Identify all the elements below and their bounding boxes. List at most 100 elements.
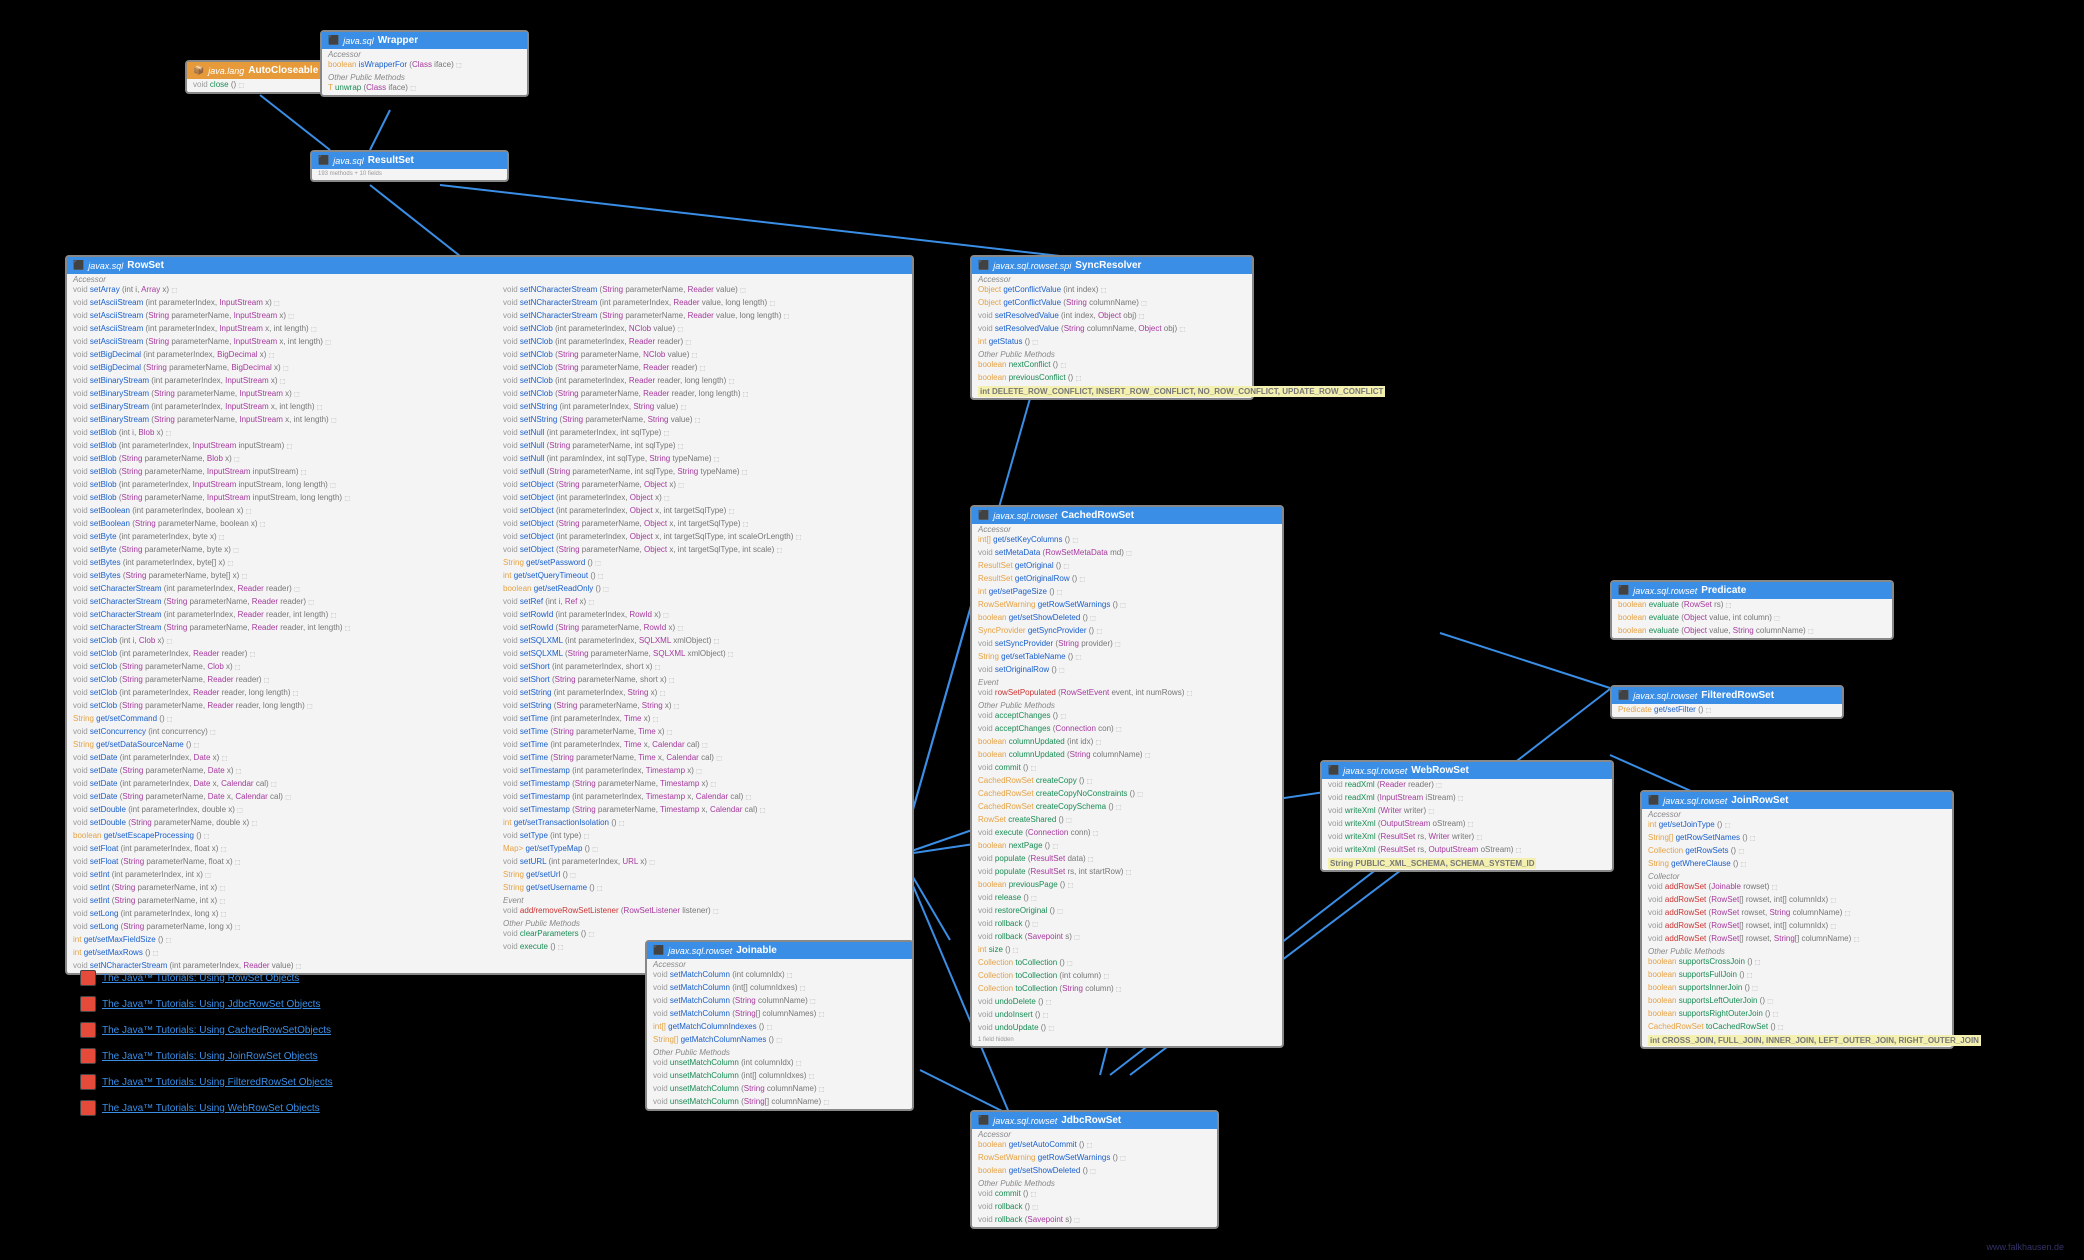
method-row[interactable]: void setNClob (String parameterName, Rea… (497, 362, 912, 375)
method-row[interactable]: void setDate (String parameterName, Date… (67, 791, 497, 804)
method-row[interactable]: String getWhereClause () ⬚ (1642, 858, 1952, 871)
method-row[interactable]: void setConcurrency (int concurrency) ⬚ (67, 726, 497, 739)
tutorial-link[interactable]: The Java™ Tutorials: Using JdbcRowSet Ob… (102, 999, 320, 1010)
method-row[interactable]: void setSyncProvider (String provider) ⬚ (972, 638, 1282, 651)
method-row[interactable]: void populate (ResultSet data) ⬚ (972, 853, 1282, 866)
method-row[interactable]: Map> get/setTypeMap () ⬚ (497, 843, 912, 856)
method-row[interactable]: boolean supportsLeftOuterJoin () ⬚ (1642, 995, 1952, 1008)
method-row[interactable]: CachedRowSet createCopyNoConstraints () … (972, 788, 1282, 801)
method-row[interactable]: void setNClob (String parameterName, Rea… (497, 388, 912, 401)
method-row[interactable]: boolean get/setAutoCommit () ⬚ (972, 1139, 1217, 1152)
method-row[interactable]: void undoUpdate () ⬚ (972, 1022, 1282, 1035)
method-row[interactable]: void setBytes (String parameterName, byt… (67, 570, 497, 583)
method-row[interactable]: void setObject (String parameterName, Ob… (497, 544, 912, 557)
method-row[interactable]: void setCharacterStream (String paramete… (67, 622, 497, 635)
method-row[interactable]: void addRowSet (RowSet rowset, String co… (1642, 907, 1952, 920)
method-row[interactable]: void setNClob (String parameterName, NCl… (497, 349, 912, 362)
method-row[interactable]: void setAsciiStream (int parameterIndex,… (67, 323, 497, 336)
method-row[interactable]: void setTimestamp (String parameterName,… (497, 804, 912, 817)
method-row[interactable]: void setShort (int parameterIndex, short… (497, 661, 912, 674)
method-row[interactable]: void unsetMatchColumn (int columnIdx) ⬚ (647, 1057, 912, 1070)
method-row[interactable]: void setNull (String parameterName, int … (497, 440, 912, 453)
method-row[interactable]: void setNCharacterStream (int parameterI… (497, 297, 912, 310)
method-row[interactable]: boolean get/setReadOnly () ⬚ (497, 583, 912, 596)
method-row[interactable]: void setByte (String parameterName, byte… (67, 544, 497, 557)
method-row[interactable]: RowSetWarning getRowSetWarnings () ⬚ (972, 599, 1282, 612)
method-row[interactable]: void setDouble (String parameterName, do… (67, 817, 497, 830)
method-row[interactable]: void setTimestamp (int parameterIndex, T… (497, 765, 912, 778)
class-syncresolver[interactable]: ⬛javax.sql.rowset.spi SyncResolver Acces… (970, 255, 1254, 400)
method-row[interactable]: ResultSet getOriginal () ⬚ (972, 560, 1282, 573)
method-row[interactable]: Collection getRowSets () ⬚ (1642, 845, 1952, 858)
method-row[interactable]: void setArray (int i, Array x) ⬚ (67, 284, 497, 297)
method-row[interactable]: boolean isWrapperFor (Class iface) ⬚ (322, 59, 527, 72)
method-row[interactable]: int[] getMatchColumnIndexes () ⬚ (647, 1021, 912, 1034)
method-row[interactable]: void setSQLXML (int parameterIndex, SQLX… (497, 635, 912, 648)
method-row[interactable]: boolean previousPage () ⬚ (972, 879, 1282, 892)
method-row[interactable]: void setNCharacterStream (String paramet… (497, 310, 912, 323)
method-row[interactable]: void rollback (Savepoint s) ⬚ (972, 931, 1282, 944)
method-row[interactable]: String get/setUrl () ⬚ (497, 869, 912, 882)
method-row[interactable]: void setObject (int parameterIndex, Obje… (497, 492, 912, 505)
method-row[interactable]: void setType (int type) ⬚ (497, 830, 912, 843)
method-row[interactable]: RowSetWarning getRowSetWarnings () ⬚ (972, 1152, 1217, 1165)
method-row[interactable]: void setBoolean (String parameterName, b… (67, 518, 497, 531)
method-row[interactable]: String get/setPassword () ⬚ (497, 557, 912, 570)
class-joinable[interactable]: ⬛javax.sql.rowset Joinable Accessorvoid … (645, 940, 914, 1111)
tutorial-row[interactable]: The Java™ Tutorials: Using WebRowSet Obj… (80, 1100, 333, 1116)
method-row[interactable]: SyncProvider getSyncProvider () ⬚ (972, 625, 1282, 638)
class-resultset[interactable]: ⬛java.sql ResultSet 193 methods + 10 fie… (310, 150, 509, 182)
method-row[interactable]: boolean previousConflict () ⬚ (972, 372, 1252, 385)
method-row[interactable]: void writeXml (ResultSet rs, OutputStrea… (1322, 844, 1612, 857)
method-row[interactable]: void setBlob (String parameterName, Inpu… (67, 466, 497, 479)
method-row[interactable]: void setInt (String parameterName, int x… (67, 882, 497, 895)
method-row[interactable]: ResultSet getOriginalRow () ⬚ (972, 573, 1282, 586)
method-row[interactable]: void setMetaData (RowSetMetaData md) ⬚ (972, 547, 1282, 560)
method-row[interactable]: boolean supportsInnerJoin () ⬚ (1642, 982, 1952, 995)
method-row[interactable]: String get/setUsername () ⬚ (497, 882, 912, 895)
class-cachedrowset[interactable]: ⬛javax.sql.rowset CachedRowSet Accessori… (970, 505, 1284, 1048)
method-row[interactable]: void execute (Connection conn) ⬚ (972, 827, 1282, 840)
tutorial-row[interactable]: The Java™ Tutorials: Using JdbcRowSet Ob… (80, 996, 333, 1012)
method-row[interactable]: void setSQLXML (String parameterName, SQ… (497, 648, 912, 661)
method-row[interactable]: void setTime (String parameterName, Time… (497, 726, 912, 739)
method-row[interactable]: void setAsciiStream (String parameterNam… (67, 336, 497, 349)
method-row[interactable]: String[] getRowSetNames () ⬚ (1642, 832, 1952, 845)
method-row[interactable]: void setBytes (int parameterIndex, byte[… (67, 557, 497, 570)
method-row[interactable]: void setClob (String parameterName, Clob… (67, 661, 497, 674)
method-row[interactable]: boolean evaluate (Object value, String c… (1612, 625, 1892, 638)
method-row[interactable]: void setTime (String parameterName, Time… (497, 752, 912, 765)
method-row[interactable]: void setClob (int parameterIndex, Reader… (67, 648, 497, 661)
method-row[interactable]: void setTimestamp (int parameterIndex, T… (497, 791, 912, 804)
method-row[interactable]: void setBlob (String parameterName, Inpu… (67, 492, 497, 505)
method-row[interactable]: boolean evaluate (Object value, int colu… (1612, 612, 1892, 625)
method-row[interactable]: void writeXml (ResultSet rs, Writer writ… (1322, 831, 1612, 844)
method-row[interactable]: void setResolvedValue (String columnName… (972, 323, 1252, 336)
method-row[interactable]: void setRowId (int parameterIndex, RowId… (497, 609, 912, 622)
method-row[interactable]: void setNull (String parameterName, int … (497, 466, 912, 479)
method-row[interactable]: void add/removeRowSetListener (RowSetLis… (497, 905, 912, 918)
method-row[interactable]: void setRowId (String parameterName, Row… (497, 622, 912, 635)
method-row[interactable]: void setClob (String parameterName, Read… (67, 674, 497, 687)
method-row[interactable]: void setCharacterStream (String paramete… (67, 596, 497, 609)
method-row[interactable]: void setClob (int parameterIndex, Reader… (67, 687, 497, 700)
method-row[interactable]: void setClob (String parameterName, Read… (67, 700, 497, 713)
method-row[interactable]: void rollback () ⬚ (972, 1201, 1217, 1214)
method-row[interactable]: boolean columnUpdated (int idx) ⬚ (972, 736, 1282, 749)
method-row[interactable]: void setBlob (String parameterName, Blob… (67, 453, 497, 466)
method-row[interactable]: CachedRowSet createCopySchema () ⬚ (972, 801, 1282, 814)
method-row[interactable]: void setCharacterStream (int parameterIn… (67, 609, 497, 622)
method-row[interactable]: void writeXml (Writer writer) ⬚ (1322, 805, 1612, 818)
class-webrowset[interactable]: ⬛javax.sql.rowset WebRowSet void readXml… (1320, 760, 1614, 872)
method-row[interactable]: void setString (int parameterIndex, Stri… (497, 687, 912, 700)
method-row[interactable]: void setClob (int i, Clob x) ⬚ (67, 635, 497, 648)
method-row[interactable]: boolean nextPage () ⬚ (972, 840, 1282, 853)
method-row[interactable]: T unwrap (Class iface) ⬚ (322, 82, 527, 95)
method-row[interactable]: void setByte (int parameterIndex, byte x… (67, 531, 497, 544)
method-row[interactable]: void setInt (String parameterName, int x… (67, 895, 497, 908)
method-row[interactable]: Object getConflictValue (int index) ⬚ (972, 284, 1252, 297)
method-row[interactable]: void setBoolean (int parameterIndex, boo… (67, 505, 497, 518)
method-row[interactable]: void populate (ResultSet rs, int startRo… (972, 866, 1282, 879)
method-row[interactable]: String[] getMatchColumnNames () ⬚ (647, 1034, 912, 1047)
method-row[interactable]: void release () ⬚ (972, 892, 1282, 905)
